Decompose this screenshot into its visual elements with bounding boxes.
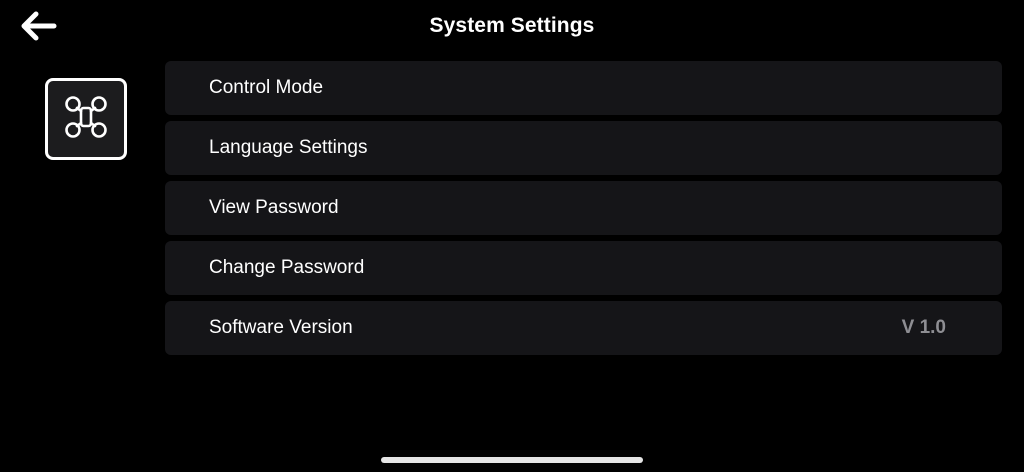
drone-icon (64, 95, 108, 144)
settings-item-language-settings[interactable]: Language Settings (165, 121, 1002, 175)
settings-item-label: Control Mode (209, 77, 324, 98)
settings-item-label: Language Settings (209, 137, 368, 158)
settings-item-label: Change Password (209, 257, 365, 278)
settings-list: Control Mode Language Settings View Pass… (165, 61, 1002, 361)
home-indicator[interactable] (381, 457, 643, 463)
settings-item-label: View Password (209, 197, 339, 218)
page-title: System Settings (429, 14, 595, 37)
settings-item-view-password[interactable]: View Password (165, 181, 1002, 235)
settings-item-label: Software Version (209, 317, 353, 338)
device-tab-drone[interactable] (45, 78, 127, 160)
settings-item-software-version[interactable]: Software Version V 1.0 (165, 301, 1002, 355)
settings-item-change-password[interactable]: Change Password (165, 241, 1002, 295)
software-version-value: V 1.0 (901, 317, 946, 338)
settings-item-control-mode[interactable]: Control Mode (165, 61, 1002, 115)
